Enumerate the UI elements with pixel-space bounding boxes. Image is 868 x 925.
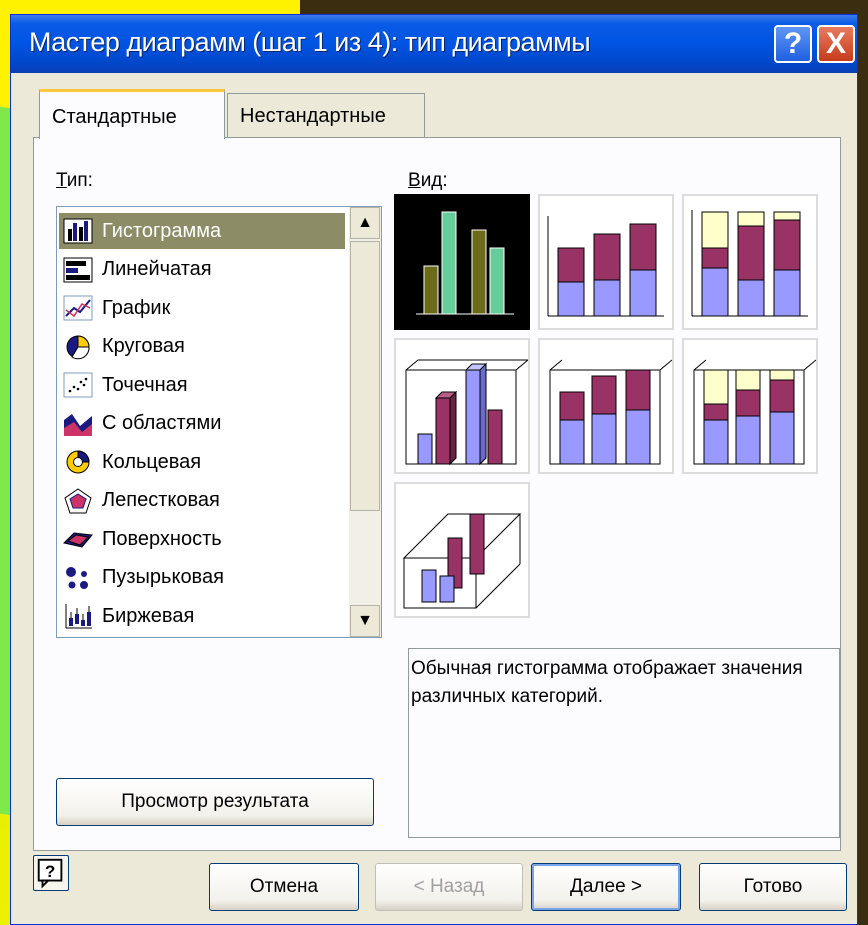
tab-custom[interactable]: Нестандартные: [227, 93, 425, 137]
chart-subtype-gallery: [394, 194, 824, 624]
chart-type-item[interactable]: Поверхность: [59, 521, 345, 557]
percent-stacked-column-preview: [691, 210, 808, 317]
chart-type-label: Поверхность: [102, 527, 222, 550]
subtype-stacked-column[interactable]: [538, 194, 674, 330]
scroll-up-button[interactable]: ▲: [350, 207, 380, 239]
area-chart-icon: [64, 413, 92, 436]
line-chart-icon: [63, 295, 93, 321]
chart-type-item[interactable]: Гистограмма: [59, 213, 345, 249]
subtype-3d-100-stacked-column[interactable]: [682, 338, 818, 474]
clustered-column-preview: [416, 211, 514, 315]
chart-type-item[interactable]: Точечная: [59, 367, 345, 403]
3d-column-preview: [402, 513, 522, 609]
help-title-button[interactable]: ?: [774, 25, 812, 63]
subtype-description: Обычная гистограмма отображает значения …: [411, 658, 803, 707]
tab-panel-standard: Тип: Вид: Гистограмма Линейчатая График Кру…: [33, 137, 841, 851]
chart-type-item[interactable]: График: [59, 290, 345, 326]
chart-type-item[interactable]: Кольцевая: [59, 444, 345, 480]
subtype-clustered-column[interactable]: [394, 194, 530, 330]
chart-type-label: Круговая: [102, 335, 185, 357]
scroll-down-button[interactable]: ▼: [350, 605, 380, 637]
chart-type-item[interactable]: Лепестковая: [59, 483, 345, 519]
subtype-3d-column[interactable]: [394, 482, 530, 618]
radar-chart-icon: [64, 487, 92, 513]
back-button[interactable]: < Назад: [375, 863, 523, 911]
stock-chart-icon: [65, 604, 92, 629]
subtype-3d-stacked-column[interactable]: [538, 338, 674, 474]
subtype-100-stacked-column[interactable]: [682, 194, 818, 330]
chart-type-label: Пузырьковая: [102, 566, 224, 588]
subtype-3d-clustered-column[interactable]: [394, 338, 530, 474]
question-bubble-icon: ?: [37, 858, 63, 889]
preview-result-button[interactable]: Просмотр результата: [56, 778, 374, 826]
chart-type-item[interactable]: Линейчатая: [59, 252, 345, 288]
pie-chart-icon: [66, 334, 90, 359]
chart-type-item[interactable]: С областями: [59, 406, 345, 442]
title-bar[interactable]: Мастер диаграмм (шаг 1 из 4): тип диагра…: [11, 15, 857, 73]
column-chart-icon: [63, 218, 93, 244]
office-assistant-button[interactable]: ?: [33, 855, 69, 891]
3d-clustered-column-preview: [405, 359, 528, 466]
tab-standard[interactable]: Стандартные: [39, 89, 225, 139]
next-button[interactable]: Далее >: [531, 863, 681, 911]
doughnut-chart-icon: [66, 450, 90, 474]
cancel-button[interactable]: Отмена: [209, 863, 359, 911]
chart-type-label: Лепестковая: [102, 489, 220, 511]
bar-chart-icon: [63, 257, 93, 282]
view-label: Вид:: [408, 170, 448, 191]
stacked-column-preview: [547, 216, 664, 317]
close-button[interactable]: X: [817, 25, 855, 63]
chart-type-label: С областями: [102, 412, 222, 434]
chart-type-label: Точечная: [102, 373, 188, 396]
description-box: Обычная гистограмма отображает значения …: [408, 648, 840, 838]
3d-percent-stacked-column-preview: [693, 359, 816, 465]
chart-type-label: График: [102, 296, 171, 319]
surface-chart-icon: [63, 532, 93, 548]
chart-type-label: Кольцевая: [102, 450, 202, 473]
3d-stacked-column-preview: [549, 359, 672, 465]
scroll-thumb[interactable]: [350, 241, 380, 511]
chart-type-item[interactable]: Пузырьковая: [59, 560, 345, 596]
chart-wizard-dialog: Мастер диаграмм (шаг 1 из 4): тип диагра…: [10, 14, 858, 925]
chart-type-label: Гистограмма: [102, 219, 222, 242]
finish-button[interactable]: Готово: [699, 863, 847, 911]
type-label: Тип:: [56, 170, 93, 191]
scatter-chart-icon: [63, 372, 93, 398]
chart-type-label: Линейчатая: [102, 258, 212, 280]
list-scrollbar[interactable]: ▲ ▼: [349, 207, 381, 637]
bubble-chart-icon: [66, 566, 88, 589]
chart-type-item[interactable]: Круговая: [59, 329, 345, 365]
chart-type-label: Биржевая: [102, 604, 195, 627]
window-title: Мастер диаграмм (шаг 1 из 4): тип диагра…: [29, 27, 591, 57]
chart-type-list[interactable]: Гистограмма Линейчатая График Круговая Точеч…: [56, 206, 382, 638]
chart-type-item[interactable]: Биржевая: [59, 598, 345, 634]
svg-text:?: ?: [45, 862, 55, 881]
